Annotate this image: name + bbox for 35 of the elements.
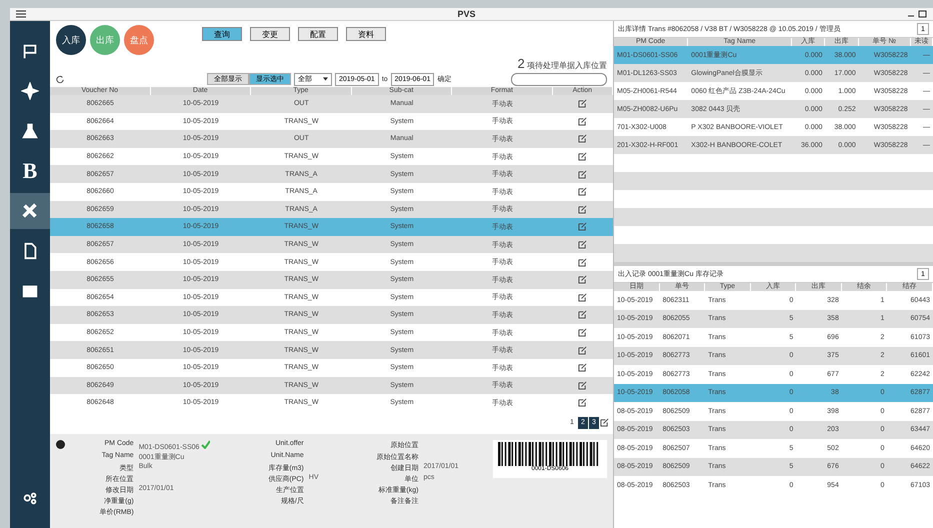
edit-icon[interactable] (578, 310, 588, 320)
sidebar-letter[interactable]: B (10, 153, 50, 189)
edit-icon[interactable] (578, 292, 588, 302)
edit-icon[interactable] (578, 258, 588, 267)
edit-icon[interactable] (578, 99, 588, 108)
tab[interactable]: 变更 (250, 27, 290, 41)
notice-text: 2 项待处理单据入库位置 (518, 56, 607, 71)
edit-icon[interactable] (578, 240, 588, 250)
menu-icon[interactable] (16, 10, 26, 18)
action-circle[interactable]: 入库 (56, 25, 86, 55)
edit-icon[interactable] (578, 222, 588, 232)
tab[interactable]: 配置 (298, 27, 338, 41)
edit-icon[interactable] (578, 380, 588, 390)
edit-icon[interactable] (578, 187, 588, 196)
flask-icon (21, 122, 39, 140)
window-controls-icon[interactable] (906, 10, 927, 18)
edit-icon[interactable] (578, 275, 588, 284)
tab[interactable]: 查询 (202, 27, 242, 41)
edit-icon[interactable] (578, 170, 588, 179)
edit-icon[interactable] (578, 363, 588, 372)
edit-icon[interactable] (578, 328, 588, 338)
caret-icon (323, 77, 328, 81)
refresh-icon[interactable] (56, 75, 64, 83)
edit-icon[interactable] (578, 204, 588, 214)
edit-icon[interactable] (578, 152, 588, 162)
flag-icon (21, 42, 39, 60)
tab[interactable]: 资料 (346, 27, 386, 41)
edit-icon[interactable] (578, 116, 588, 126)
edit-icon[interactable] (578, 398, 588, 408)
edit-icon[interactable] (600, 418, 609, 428)
window-title: PVS (457, 9, 476, 19)
edit-icon[interactable] (578, 346, 588, 355)
edit-icon[interactable] (578, 134, 588, 144)
search-field[interactable] (511, 72, 607, 86)
sidebar-item[interactable] (10, 193, 50, 229)
